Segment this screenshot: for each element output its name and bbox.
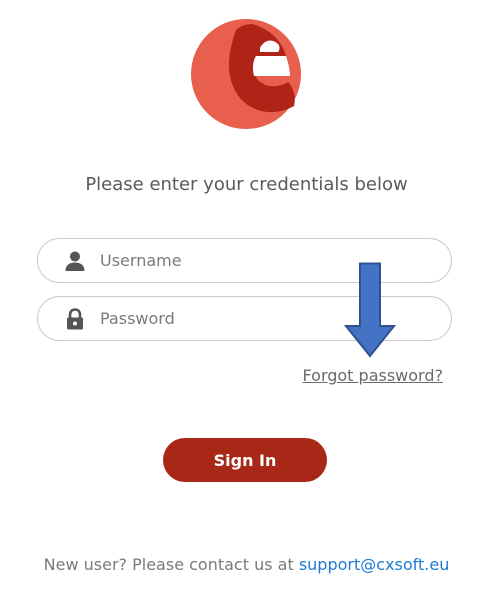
sign-in-button[interactable]: Sign In bbox=[163, 438, 327, 482]
credentials-prompt: Please enter your credentials below bbox=[85, 174, 408, 195]
arrow-down-icon bbox=[344, 262, 396, 358]
e-logo-icon bbox=[191, 19, 301, 129]
footer-contact: New user? Please contact us at support@c… bbox=[0, 555, 493, 574]
forgot-password-link[interactable]: Forgot password? bbox=[300, 366, 443, 385]
support-email-link[interactable]: support@cxsoft.eu bbox=[299, 555, 450, 574]
user-icon bbox=[65, 251, 85, 271]
footer-text: New user? Please contact us at bbox=[43, 555, 299, 574]
lock-icon bbox=[67, 308, 83, 330]
